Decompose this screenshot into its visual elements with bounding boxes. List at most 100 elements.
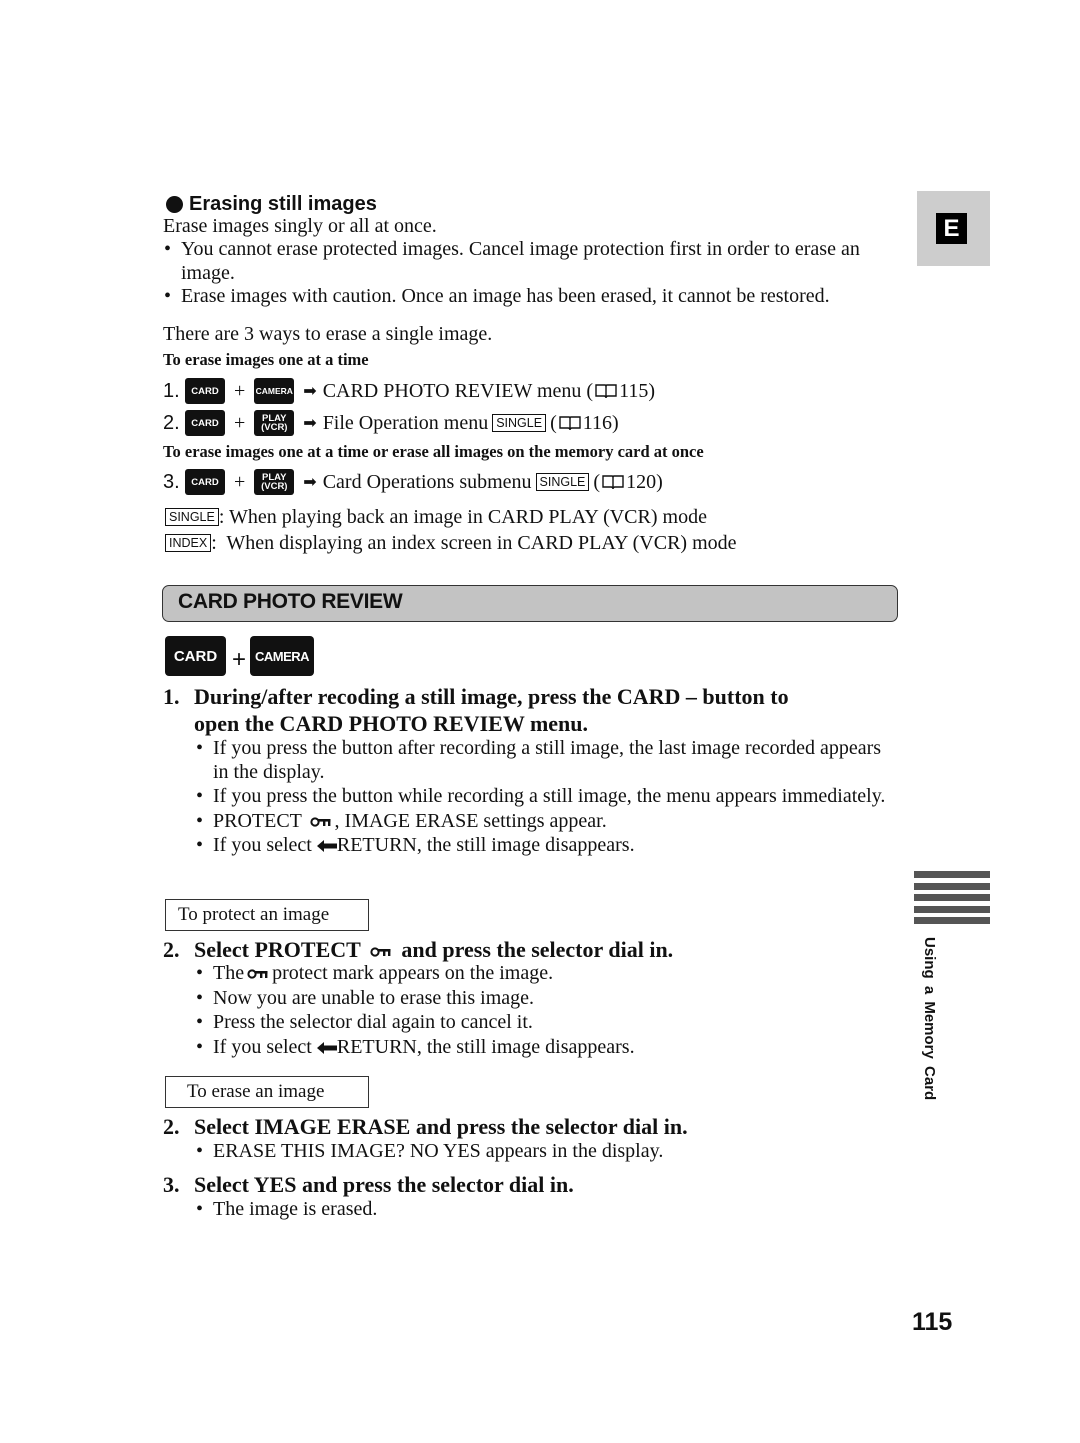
- step-number: 1.: [163, 684, 180, 709]
- stripe: [914, 905, 990, 913]
- card-button-icon: CARD: [185, 469, 225, 495]
- protect-box-label: To protect an image: [165, 899, 369, 931]
- key-line: (VCR): [261, 422, 288, 433]
- arrow-right-icon: ➡: [303, 383, 317, 400]
- bullet-item: Press the selector dial again to cancel …: [194, 1011, 894, 1035]
- stripe: [914, 917, 990, 924]
- bullet-text: PROTECT: [213, 809, 302, 832]
- step-number: 2.: [163, 1114, 180, 1139]
- single-tag: SINGLE: [535, 473, 590, 491]
- bullet-circle-icon: [166, 196, 183, 213]
- camera-mode-icon: CAMERA: [250, 636, 315, 676]
- one-at-time-label: To erase images one at a time: [163, 350, 369, 369]
- card-button-icon: CARD: [185, 378, 225, 404]
- step-text: Card Operations submenu: [322, 470, 532, 493]
- step1-title: During/after recoding a still image, pre…: [194, 683, 789, 737]
- mode-index-row: INDEX : When displaying an index screen …: [163, 530, 737, 556]
- index-tag: INDEX: [165, 534, 212, 552]
- play-vcr-mode-icon: PLAY (VCR): [254, 469, 295, 495]
- paren: (: [593, 470, 601, 493]
- title-text: and press the selector dial in.: [401, 937, 674, 962]
- step-text: CARD PHOTO REVIEW menu (: [322, 379, 594, 402]
- stripe: [914, 882, 990, 890]
- card-button-icon: CARD: [165, 636, 226, 676]
- page-ref: 115): [619, 379, 655, 402]
- erasing-heading-text: Erasing still images: [189, 193, 377, 215]
- bullet-item: If you press the button after recording …: [194, 737, 894, 784]
- title-line: open the CARD PHOTO REVIEW menu.: [194, 711, 589, 736]
- page-ref: 120): [626, 470, 663, 493]
- return-arrow-icon: [316, 840, 337, 853]
- section-title: CARD PHOTO REVIEW: [178, 590, 403, 613]
- bullet-item: If you select RETURN, the still image di…: [194, 834, 894, 858]
- book-reference-icon: [559, 416, 581, 431]
- step-text: File Operation menu: [322, 411, 489, 434]
- arrow-right-icon: ➡: [303, 474, 317, 491]
- bullet-text: If you select: [213, 834, 312, 856]
- single-tag: SINGLE: [492, 414, 547, 432]
- mode-text: : When playing back an image in CARD PLA…: [218, 505, 707, 528]
- bullet-text: The: [213, 962, 245, 984]
- section-title-bar: CARD PHOTO REVIEW: [162, 585, 898, 622]
- mode-text: : When displaying an index screen in CAR…: [211, 531, 737, 554]
- camera-mode-icon: CAMERA: [254, 378, 295, 404]
- single-tag: SINGLE: [165, 508, 219, 526]
- title-line: During/after recoding a still image, pre…: [194, 684, 789, 709]
- card-camera-keys: CARD + CAMERA: [165, 636, 315, 676]
- chapter-label-text: Using a Memory Card: [921, 937, 938, 1101]
- bullet-text: protect mark appears on the image.: [272, 962, 554, 984]
- erasing-heading: Erasing still images: [166, 193, 377, 216]
- plus-sign: +: [234, 470, 246, 493]
- plus-sign: +: [234, 411, 246, 434]
- key-line: (VCR): [261, 481, 288, 492]
- chapter-label: Using a Memory Card: [916, 937, 938, 1147]
- erase-step3-heading: 3. Select YES and press the selector dia…: [163, 1171, 574, 1198]
- step-number: 3.: [163, 470, 180, 493]
- bullet-item: You cannot erase protected images. Cance…: [162, 238, 872, 285]
- bullet-text: RETURN, the still image disappears.: [336, 1035, 635, 1058]
- erasing-intro: Erase images singly or all at once.: [163, 215, 437, 237]
- step-number: 2.: [163, 411, 180, 434]
- erase-way-3: 3. CARD + PLAY (VCR) ➡ Card Operations s…: [163, 467, 663, 497]
- step-title: Select YES and press the selector dial i…: [194, 1172, 574, 1197]
- mode-single-row: SINGLE : When playing back an image in C…: [163, 504, 707, 530]
- title-text: Select PROTECT: [194, 937, 361, 962]
- protect-bullets: The protect mark appears on the image. No…: [194, 962, 894, 1059]
- bullet-item: The image is erased.: [194, 1198, 894, 1222]
- bullet-text: RETURN, the still image disappears.: [336, 834, 635, 856]
- stripe: [914, 871, 990, 878]
- chapter-stripes-decoration: [914, 871, 990, 929]
- ways-text: There are 3 ways to erase a single image…: [163, 323, 493, 345]
- erasing-bullets: You cannot erase protected images. Cance…: [162, 238, 872, 309]
- bullet-item: If you select RETURN, the still image di…: [194, 1036, 894, 1060]
- erase-way-2: 2. CARD + PLAY (VCR) ➡ File Operation me…: [163, 408, 619, 438]
- bullet-text: If you select: [213, 1035, 312, 1058]
- bullet-item: Now you are unable to erase this image.: [194, 987, 894, 1011]
- step1-bullets: If you press the button after recording …: [194, 737, 894, 858]
- plus-sign: +: [234, 379, 246, 402]
- bullet-text: , IMAGE ERASE settings appear.: [334, 809, 607, 832]
- protect-key-icon: [309, 817, 331, 827]
- protect-step-title: Select PROTECT and press the selector di…: [194, 936, 673, 963]
- bullet-item: The protect mark appears on the image.: [194, 962, 894, 986]
- step-title: Select IMAGE ERASE and press the selecto…: [194, 1114, 688, 1139]
- step-number: 3.: [163, 1172, 180, 1197]
- language-tab: E: [917, 191, 990, 266]
- arrow-right-icon: ➡: [303, 415, 317, 432]
- bullet-item: Erase images with caution. Once an image…: [162, 285, 872, 309]
- bullet-item: PROTECT , IMAGE ERASE settings appear.: [194, 810, 894, 834]
- protect-key-icon: [247, 969, 268, 980]
- erase-way-1: 1. CARD + CAMERA ➡ CARD PHOTO REVIEW men…: [163, 376, 655, 406]
- one-or-all-label: To erase images one at a time or erase a…: [163, 442, 704, 461]
- erase-step2-bullets: ERASE THIS IMAGE? NO YES appears in the …: [194, 1140, 894, 1164]
- return-arrow-icon: [316, 1041, 337, 1054]
- erase-box-label: To erase an image: [165, 1076, 369, 1108]
- step-number: 2.: [163, 937, 180, 962]
- play-vcr-mode-icon: PLAY (VCR): [254, 410, 295, 436]
- book-reference-icon: [602, 475, 624, 490]
- book-reference-icon: [595, 384, 617, 399]
- plus-sign: +: [232, 646, 247, 673]
- page-number: 115: [912, 1308, 953, 1336]
- paren: (: [550, 411, 557, 434]
- card-button-icon: CARD: [185, 410, 225, 436]
